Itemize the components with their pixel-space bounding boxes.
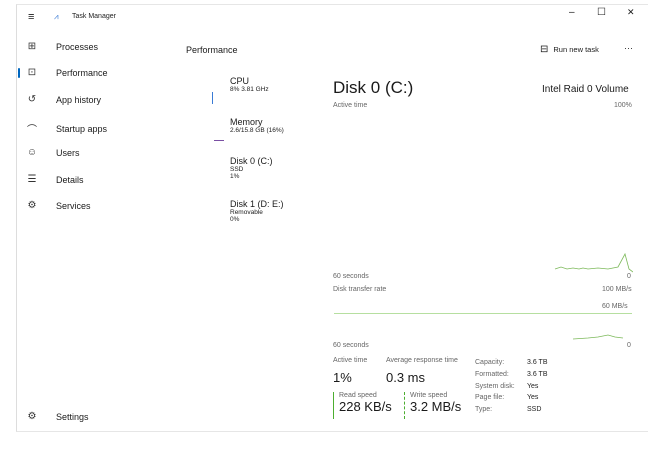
transfer-rate-line <box>572 334 624 340</box>
write-speed-value: 3.2 MB/s <box>410 399 462 414</box>
sidebar-item-startup-apps[interactable]: ⌒ Startup apps <box>24 121 108 137</box>
hamburger-menu-button[interactable]: ≡ <box>28 11 34 23</box>
sidebar-item-settings[interactable]: ⚙ Settings <box>24 411 89 422</box>
sidebar-item-processes[interactable]: ⊞ Processes <box>24 41 98 52</box>
prop-value: SSD <box>527 406 542 414</box>
chart1-min: 0 <box>627 273 631 280</box>
performance-icon: ⊡ <box>27 67 37 78</box>
prop-key: Type: <box>475 406 493 414</box>
transfer-rate-chart <box>572 334 624 340</box>
sidebar-item-performance[interactable]: ⊡ Performance <box>24 67 108 78</box>
read-speed: Read speed 228 KB/s <box>333 392 392 419</box>
device-name: Memory <box>230 117 263 127</box>
chart2-max: 100 MB/s <box>602 286 632 293</box>
device-info: 2.6/15.8 GB (16%) <box>230 127 284 134</box>
active-time-value: 1% <box>333 370 352 385</box>
app-logo-icon: ⩘ <box>54 12 59 21</box>
details-icon: ☰ <box>27 174 37 185</box>
chart2-min: 0 <box>627 342 631 349</box>
settings-icon: ⚙ <box>27 411 37 422</box>
device-disk1[interactable]: Disk 1 (D: E:) Removable 0% <box>230 199 284 223</box>
prop-value: 3.6 TB <box>527 359 548 366</box>
active-time-chart <box>554 252 633 273</box>
device-memory[interactable]: Memory 2.6/15.8 GB (16%) <box>230 117 284 134</box>
device-name: CPU <box>230 76 250 86</box>
window-title: Task Manager <box>72 13 116 20</box>
sidebar-item-label: Processes <box>56 41 99 52</box>
startup-icon: ⌒ <box>27 125 37 136</box>
read-speed-label: Read speed <box>339 392 377 399</box>
run-new-task-label: Run new task <box>553 45 599 54</box>
sidebar-item-details[interactable]: ☰ Details <box>24 174 84 185</box>
sidebar-item-label: App history <box>56 94 102 105</box>
close-button[interactable]: ✕ <box>627 7 635 18</box>
sidebar-item-app-history[interactable]: ↺ App history <box>24 94 101 105</box>
sidebar-item-users[interactable]: ☺ Users <box>24 147 80 158</box>
sidebar-item-label: Performance <box>56 67 108 78</box>
device-name: Disk 0 (C:) <box>230 156 273 166</box>
detail-title: Disk 0 (C:) <box>333 78 414 97</box>
users-icon: ☺ <box>26 147 38 158</box>
chart2-time: 60 seconds <box>333 342 369 349</box>
memory-sparkline <box>214 140 224 141</box>
sidebar-item-services[interactable]: ⚙ Services <box>24 200 91 211</box>
cpu-sparkline <box>212 92 215 104</box>
prop-key: Capacity: <box>475 359 505 366</box>
device-type: Removable <box>230 209 263 216</box>
prop-value: Yes <box>527 382 539 390</box>
chart2-gridline <box>334 313 632 314</box>
device-usage: 0% <box>230 216 240 223</box>
prop-value: Yes <box>527 394 539 402</box>
active-time-label: Active time <box>333 357 368 364</box>
prop-key: Page file: <box>475 394 505 402</box>
services-icon: ⚙ <box>27 200 37 211</box>
sidebar-item-label: Users <box>56 147 80 158</box>
processes-icon: ⊞ <box>27 41 37 52</box>
device-info: 8% 3.81 GHz <box>230 86 269 93</box>
device-cpu[interactable]: CPU 8% 3.81 GHz <box>230 76 269 93</box>
avg-response-value: 0.3 ms <box>386 370 426 385</box>
run-task-icon: ⊟ <box>540 44 549 55</box>
prop-value: 3.6 TB <box>527 370 548 378</box>
read-speed-value: 228 KB/s <box>339 399 392 414</box>
disk-model: Intel Raid 0 Volume <box>542 84 629 95</box>
maximize-button[interactable]: ☐ <box>597 7 606 18</box>
more-options-button[interactable]: ··· <box>624 43 633 53</box>
active-time-line <box>554 252 633 273</box>
chart1-label: Active time <box>333 102 368 109</box>
sidebar-item-label: Settings <box>56 411 89 422</box>
prop-key: Formatted: <box>475 370 509 378</box>
avg-response-label: Average response time <box>386 357 458 364</box>
disk-properties: Capacity: 3.6 TB Formatted: 3.6 TB System … <box>475 357 548 416</box>
sidebar-item-label: Services <box>56 200 91 211</box>
prop-key: System disk: <box>475 382 515 390</box>
sidebar-item-label: Startup apps <box>56 123 108 134</box>
chart2-mid: 60 MB/s <box>602 303 628 310</box>
write-speed: Write speed 3.2 MB/s <box>404 392 461 419</box>
chart1-max: 100% <box>614 102 632 109</box>
minimize-button[interactable]: – <box>569 7 575 18</box>
device-disk0[interactable]: Disk 0 (C:) SSD 1% <box>230 156 273 180</box>
run-new-task-button[interactable]: ⊟ Run new task <box>540 44 599 55</box>
device-name: Disk 1 (D: E:) <box>230 199 284 209</box>
page-title: Performance <box>186 45 238 55</box>
selected-indicator <box>18 68 20 78</box>
device-usage: 1% <box>230 173 240 180</box>
sidebar-item-label: Details <box>56 174 84 185</box>
write-speed-label: Write speed <box>410 392 448 399</box>
device-type: SSD <box>230 166 244 173</box>
chart1-time: 60 seconds <box>333 273 369 280</box>
chart2-label: Disk transfer rate <box>333 286 387 293</box>
history-icon: ↺ <box>27 94 37 105</box>
